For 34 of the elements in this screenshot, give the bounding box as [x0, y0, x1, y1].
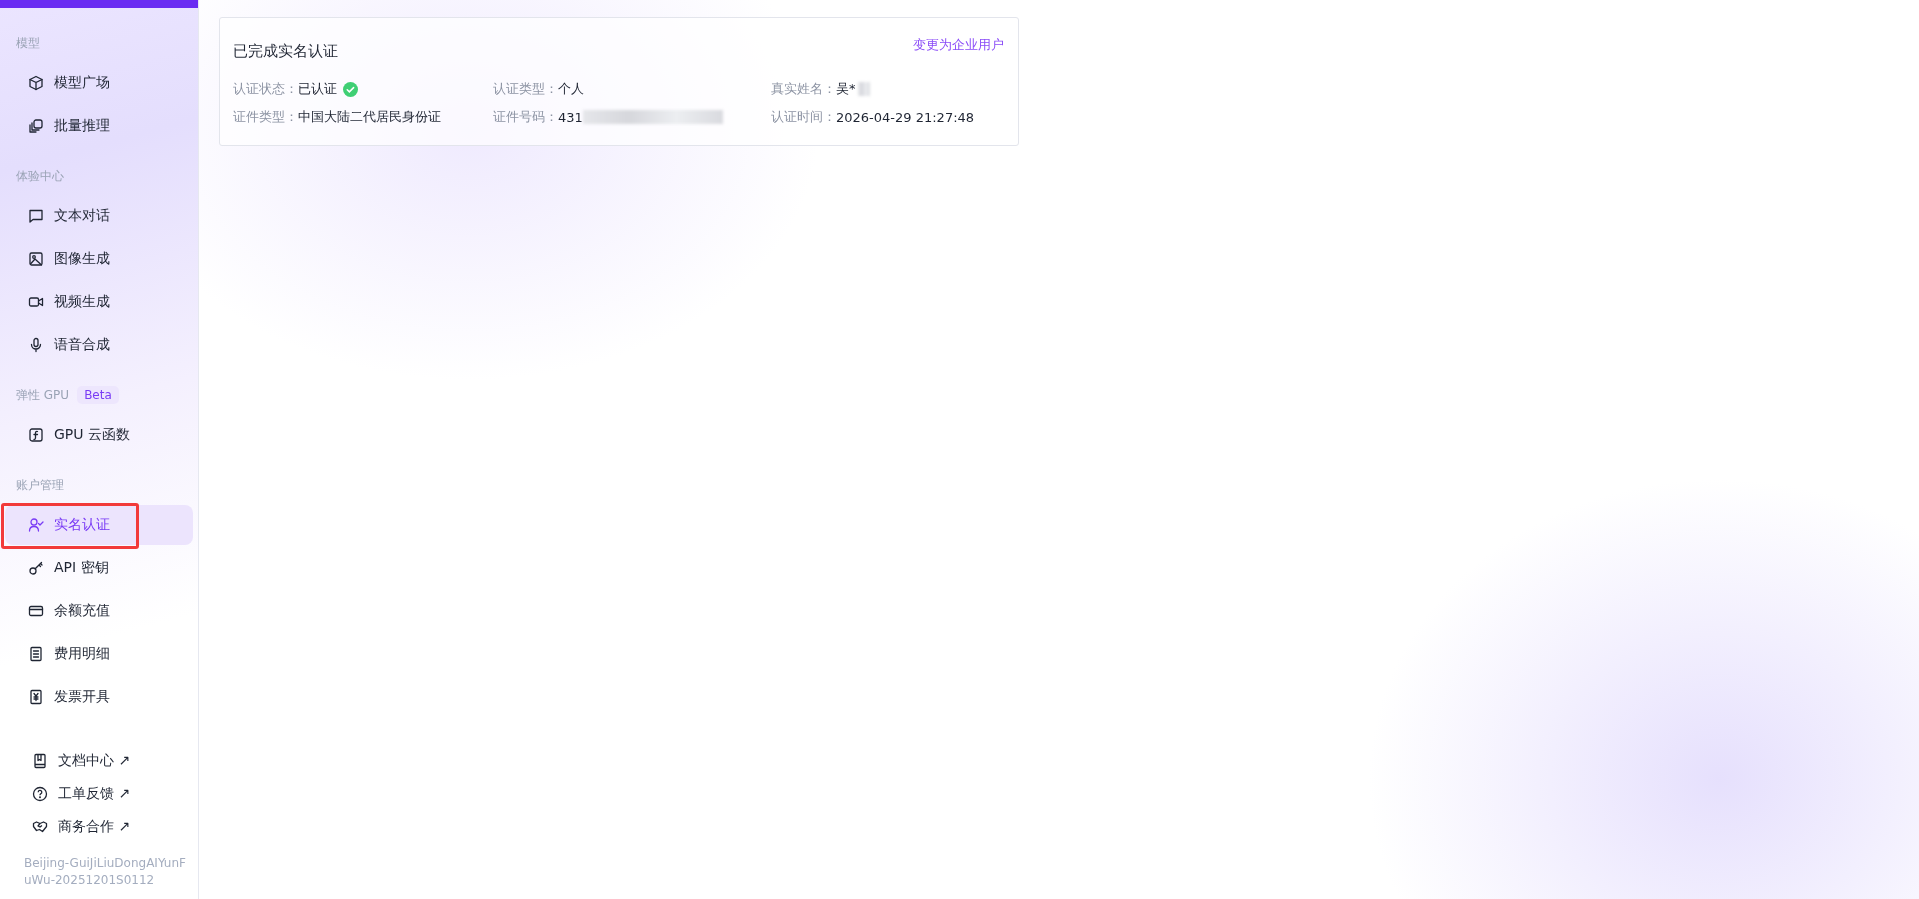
section-label: 体验中心 [16, 167, 64, 185]
sidebar-item[interactable]: 费用明细 [5, 634, 193, 674]
sidebar-item[interactable]: API 密钥 [5, 548, 193, 588]
field-value: 431 [558, 109, 583, 125]
sidebar-item[interactable]: 余额充值 [5, 591, 193, 631]
field-value: 个人 [558, 80, 584, 98]
field-label: 认证时间： [771, 108, 836, 126]
sidebar-item[interactable]: 文本对话 [5, 196, 193, 236]
section-label: 弹性 GPU [16, 386, 70, 404]
version-text: Beijing-GuiJiLiuDongAIYunFuWu-20251201S0112 [23, 855, 187, 890]
section-label: 账户管理 [16, 476, 64, 494]
field-label: 认证类型： [493, 80, 558, 98]
external-link[interactable]: 文档中心 ↗ [0, 744, 198, 777]
external-link[interactable]: 工单反馈 ↗ [0, 777, 198, 810]
field-label: 证件号码： [493, 108, 558, 126]
sidebar-item[interactable]: 批量推理 [5, 106, 193, 146]
sidebar-item[interactable]: 视频生成 [5, 282, 193, 322]
sidebar-item[interactable]: GPU 云函数 [5, 415, 193, 455]
switch-to-enterprise-link[interactable]: 变更为企业用户 [913, 36, 1004, 54]
external-link[interactable]: 商务合作 ↗ [0, 810, 198, 843]
field-label: 真实姓名： [771, 80, 836, 98]
beta-badge: Beta [77, 386, 119, 404]
sidebar-item[interactable]: 模型广场 [5, 63, 193, 103]
field-value: 中国大陆二代居民身份证 [298, 108, 441, 126]
field-label: 证件类型： [233, 108, 298, 126]
section-label: 模型 [16, 34, 40, 52]
card-title: 已完成实名认证 [233, 42, 338, 61]
field-label: 认证状态： [233, 80, 298, 98]
sidebar-item[interactable]: 图像生成 [5, 239, 193, 279]
field-value: 已认证 [298, 80, 337, 98]
field-value: 2026-04-29 21:27:48 [836, 109, 975, 125]
sidebar-item[interactable]: 发票开具 [5, 677, 193, 717]
field-value: 吴* [836, 80, 856, 98]
sidebar-item[interactable]: 语音合成 [5, 325, 193, 365]
